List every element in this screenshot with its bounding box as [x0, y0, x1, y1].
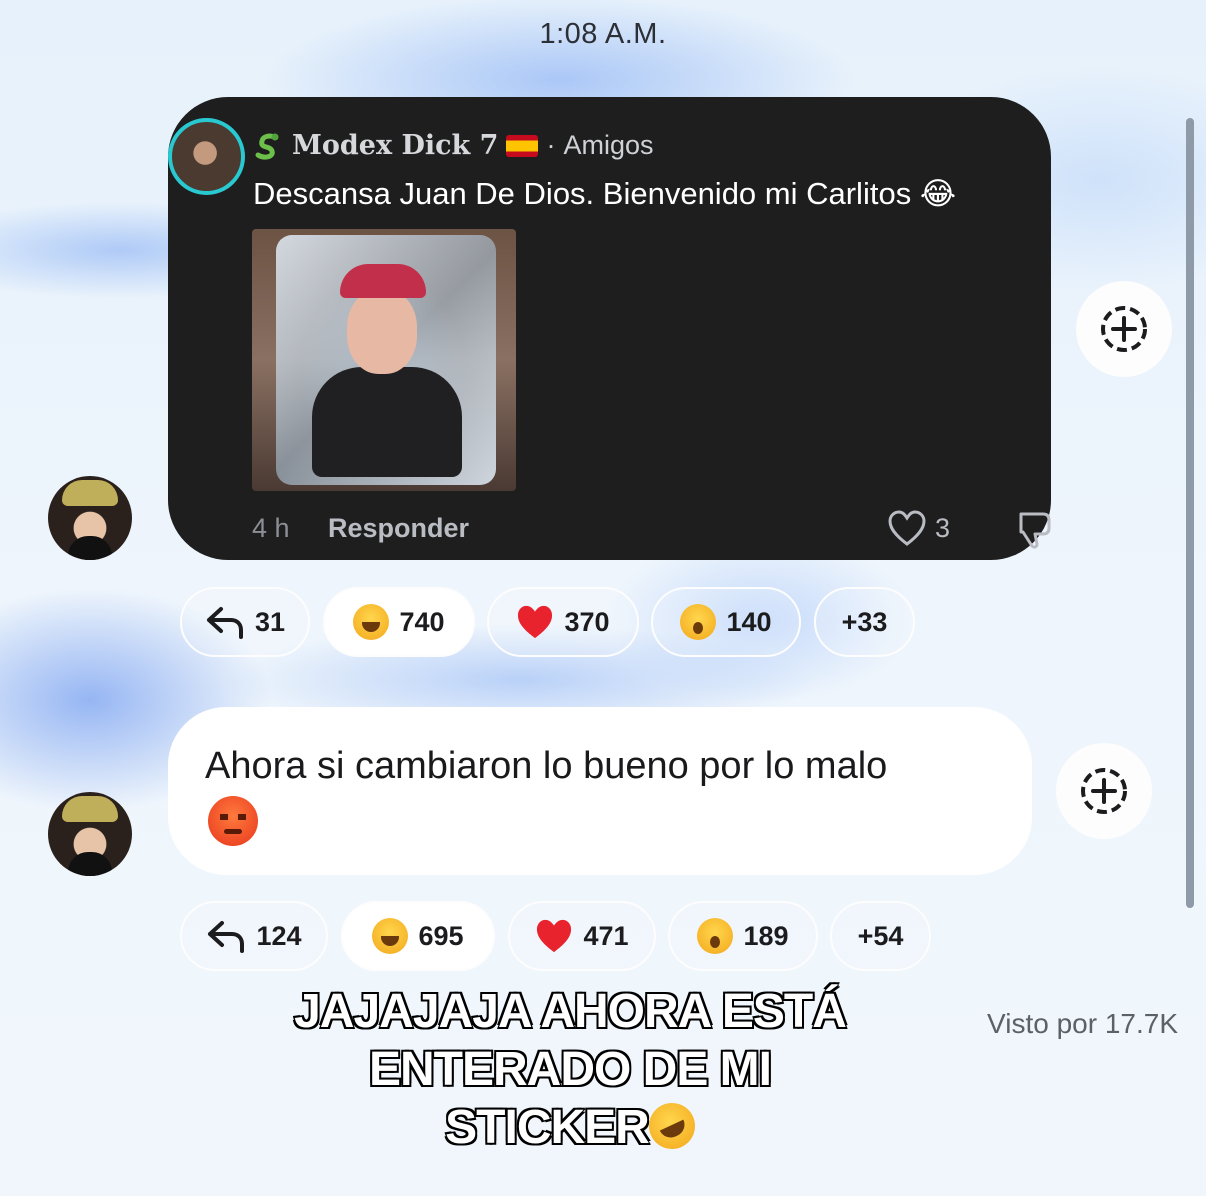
like-count: 3 [935, 513, 951, 543]
comment-photo[interactable] [252, 229, 516, 491]
reply-arrow-icon [208, 921, 245, 953]
reply-link[interactable]: Responder [328, 513, 469, 544]
like-heart-icon[interactable] [887, 509, 927, 549]
scrollbar[interactable] [1186, 118, 1194, 908]
tears-of-joy-emoji-icon [372, 918, 409, 954]
red-heart-emoji-icon [537, 919, 572, 953]
chat-timestamp: 1:08 A.M. [539, 18, 667, 50]
reaction-count: 740 [399, 606, 445, 637]
surprised-emoji-icon [680, 604, 717, 640]
red-heart-emoji-icon [518, 605, 553, 639]
rofl-emoji-icon [641, 1095, 703, 1157]
sender-avatar[interactable] [48, 792, 132, 876]
reaction-count: 189 [743, 920, 789, 951]
more-reactions-count: +54 [857, 920, 904, 951]
reaction-count: 124 [256, 920, 302, 951]
reaction-pill-wow[interactable]: 140 [651, 587, 801, 657]
angry-face-emoji-icon [208, 796, 258, 846]
comment-author-line: Modex Dick 7 · Amigos [254, 130, 654, 161]
tears-of-joy-emoji-icon [353, 604, 390, 640]
video-caption: JAJAJAJA AHORA ESTÁ ENTERADO DE MI STICK… [280, 983, 860, 1157]
dislike-icon[interactable] [1015, 508, 1055, 552]
caption-line-3-wrap: STICKER [280, 1095, 860, 1157]
reaction-pill-laugh[interactable]: 695 [341, 901, 495, 971]
reaction-count: 695 [418, 920, 464, 951]
reaction-count: 370 [564, 606, 610, 637]
caption-line-3: STICKER [444, 1100, 651, 1155]
reaction-pill-wow[interactable]: 189 [668, 901, 818, 971]
reaction-count: 471 [583, 920, 629, 951]
reply-arrow-icon [206, 607, 243, 639]
comment-author-avatar[interactable] [168, 118, 245, 195]
comment-text-line: Descansa Juan De Dios. Bienvenido mi Car… [253, 176, 956, 212]
reaction-count: 31 [254, 606, 286, 637]
comment-author-name[interactable]: Modex Dick 7 [292, 130, 498, 161]
reaction-count: 140 [726, 606, 772, 637]
message-text: Ahora si cambiaron lo bueno por lo malo [205, 745, 888, 787]
spain-flag-icon [506, 134, 539, 157]
author-relation: Amigos [563, 130, 654, 160]
snake-emoji-icon [255, 133, 279, 160]
reaction-pill-heart[interactable]: 370 [487, 587, 639, 657]
more-reactions-pill[interactable]: +33 [814, 587, 915, 657]
more-reactions-pill[interactable]: +54 [830, 901, 931, 971]
surprised-emoji-icon [697, 918, 734, 954]
caption-line-1: JAJAJAJA AHORA ESTÁ [293, 984, 848, 1039]
seen-by-count: Visto por 17.7K [987, 1008, 1178, 1039]
tears-of-joy-emoji-icon: 😂 [919, 176, 957, 211]
add-reaction-button[interactable] [1056, 743, 1152, 839]
reply-count-pill[interactable]: 31 [180, 587, 310, 657]
reply-count-pill[interactable]: 124 [180, 901, 328, 971]
add-circle-dashed-icon [1081, 768, 1127, 814]
reaction-pill-laugh[interactable]: 740 [323, 587, 475, 657]
comment-text: Descansa Juan De Dios. Bienvenido mi Car… [253, 176, 912, 211]
sender-avatar[interactable] [48, 476, 132, 560]
caption-line-2: ENTERADO DE MI [368, 1042, 773, 1097]
more-reactions-count: +33 [841, 606, 888, 637]
reaction-pill-heart[interactable]: 471 [508, 901, 656, 971]
author-separator: · [546, 130, 556, 160]
add-reaction-button[interactable] [1076, 281, 1172, 377]
add-circle-dashed-icon [1101, 306, 1147, 352]
comment-time-ago: 4 h [252, 513, 290, 543]
